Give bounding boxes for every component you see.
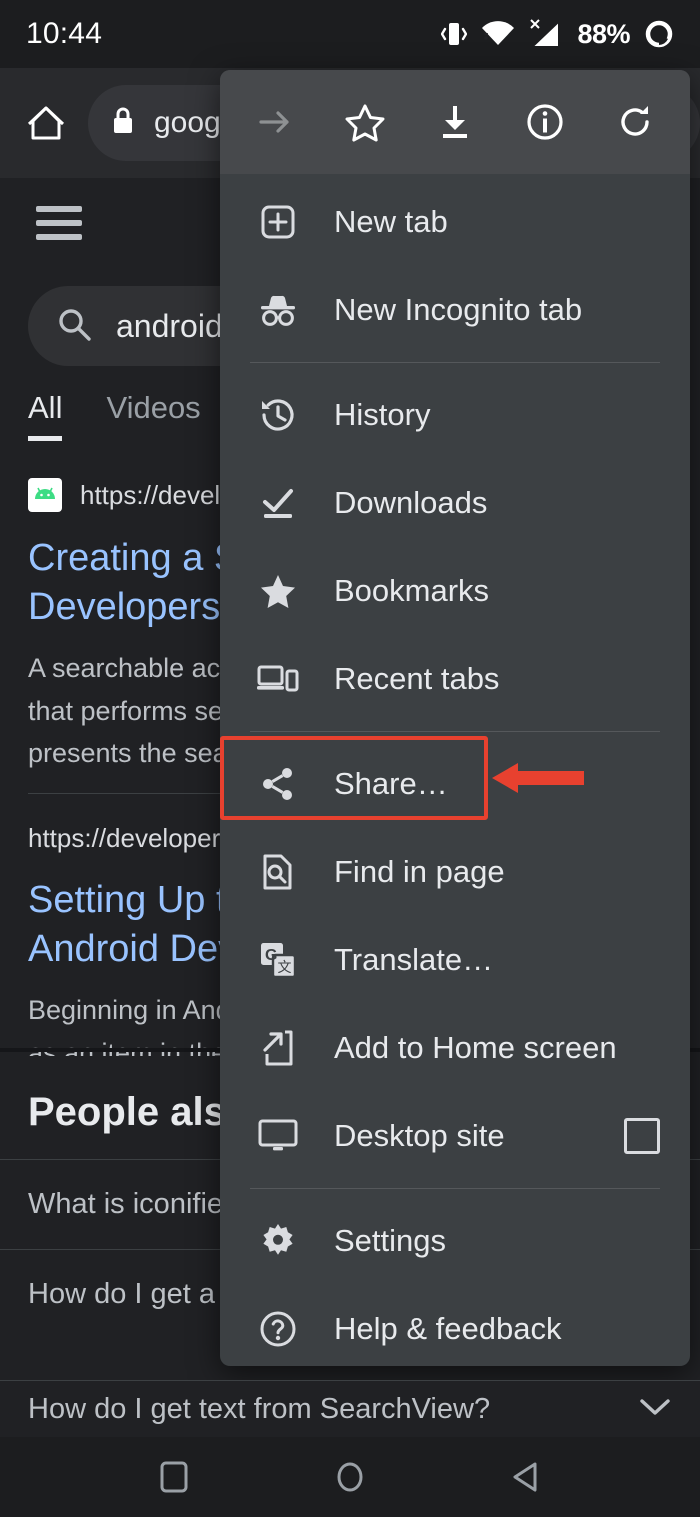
incognito-icon <box>250 293 306 327</box>
phone-screen: 10:44 88% goog android All Videos https:… <box>0 0 700 1517</box>
settings-gear-icon <box>250 1221 306 1261</box>
wifi-icon <box>481 21 515 47</box>
menu-item-label: Downloads <box>334 485 488 520</box>
battery-percentage: 88% <box>577 18 630 49</box>
cellular-signal-off-icon <box>529 19 563 49</box>
menu-divider <box>250 1188 660 1189</box>
bottom-question-row[interactable]: How do I get text from SearchView? <box>0 1380 700 1437</box>
tab-videos[interactable]: Videos <box>106 390 200 436</box>
menu-quick-actions <box>220 70 690 174</box>
tab-all[interactable]: All <box>28 390 63 441</box>
menu-item-help-feedback[interactable]: Help & feedback <box>220 1285 690 1366</box>
menu-divider <box>250 731 660 732</box>
find-in-page-icon <box>250 852 306 892</box>
home-circle-icon[interactable] <box>324 1451 376 1503</box>
menu-item-label: History <box>334 397 431 432</box>
result-url: https://developer.ar <box>28 823 250 853</box>
status-clock: 10:44 <box>26 17 103 50</box>
android-navigation-bar <box>0 1437 700 1517</box>
download-icon[interactable] <box>427 94 483 150</box>
star-icon[interactable] <box>337 94 393 150</box>
paa-question-text: What is iconified <box>28 1188 240 1220</box>
menu-item-add-to-home-screen[interactable]: Add to Home screen <box>220 1004 690 1092</box>
search-query-text: android <box>116 307 223 344</box>
search-tab-bar: All Videos <box>28 390 201 441</box>
menu-item-label: Bookmarks <box>334 573 490 608</box>
recent-tabs-icon <box>250 662 306 696</box>
add-to-home-screen-icon <box>250 1028 306 1068</box>
menu-item-label: New Incognito tab <box>334 292 583 327</box>
menu-item-find-in-page[interactable]: Find in page <box>220 828 690 916</box>
menu-item-label: Translate… <box>334 942 494 977</box>
menu-item-new-incognito-tab[interactable]: New Incognito tab <box>220 266 690 354</box>
bookmarks-icon <box>250 571 306 611</box>
menu-item-label: Recent tabs <box>334 661 500 696</box>
desktop-site-checkbox[interactable] <box>624 1118 660 1154</box>
help-feedback-icon <box>250 1309 306 1349</box>
browser-overflow-menu: New tab New Incognito tab History Downlo… <box>220 70 690 1366</box>
svg-text:G: G <box>265 947 277 964</box>
bottom-question-text: How do I get text from SearchView? <box>28 1392 491 1425</box>
menu-item-recent-tabs[interactable]: Recent tabs <box>220 635 690 723</box>
downloads-icon <box>250 483 306 523</box>
page-info-icon[interactable] <box>517 94 573 150</box>
svg-text:文: 文 <box>278 959 292 975</box>
menu-item-settings[interactable]: Settings <box>220 1197 690 1285</box>
menu-item-label: Share… <box>334 766 448 801</box>
menu-item-label: Help & feedback <box>334 1311 562 1346</box>
lock-icon <box>110 106 136 141</box>
menu-divider <box>250 362 660 363</box>
menu-item-label: Desktop site <box>334 1118 505 1153</box>
desktop-site-icon <box>250 1118 306 1154</box>
search-icon <box>56 306 92 347</box>
status-bar: 10:44 88% <box>0 0 700 68</box>
translate-icon: G文 <box>250 940 306 980</box>
menu-item-new-tab[interactable]: New tab <box>220 178 690 266</box>
back-triangle-icon[interactable] <box>500 1451 552 1503</box>
android-icon <box>28 478 62 512</box>
omnibox-text: goog <box>154 106 221 139</box>
menu-item-downloads[interactable]: Downloads <box>220 459 690 547</box>
forward-arrow-icon[interactable] <box>247 94 303 150</box>
status-icon-group: 88% <box>441 19 674 50</box>
menu-item-list: New tab New Incognito tab History Downlo… <box>220 174 690 1366</box>
new-tab-icon <box>250 202 306 242</box>
menu-item-history[interactable]: History <box>220 371 690 459</box>
hamburger-icon[interactable] <box>36 206 82 240</box>
recents-square-icon[interactable] <box>148 1451 200 1503</box>
chevron-down-icon[interactable] <box>638 1396 672 1423</box>
menu-item-translate[interactable]: G文 Translate… <box>220 916 690 1004</box>
history-icon <box>250 395 306 435</box>
menu-item-label: Add to Home screen <box>334 1030 617 1065</box>
menu-item-label: Find in page <box>334 854 505 889</box>
battery-icon <box>644 19 674 49</box>
menu-item-bookmarks[interactable]: Bookmarks <box>220 547 690 635</box>
menu-item-label: New tab <box>334 204 448 239</box>
reload-icon[interactable] <box>607 94 663 150</box>
menu-item-share[interactable]: Share… <box>220 740 690 828</box>
home-icon[interactable] <box>18 95 74 151</box>
vibrate-icon <box>441 20 468 48</box>
share-icon <box>250 764 306 804</box>
menu-item-label: Settings <box>334 1223 447 1258</box>
menu-item-desktop-site[interactable]: Desktop site <box>220 1092 690 1180</box>
